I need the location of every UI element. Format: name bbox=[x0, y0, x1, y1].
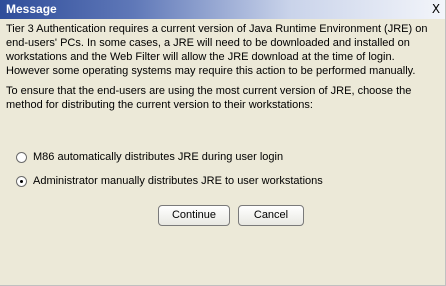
title-bar[interactable]: Message X bbox=[0, 0, 445, 19]
message-dialog: Message X Tier 3 Authentication requires… bbox=[0, 0, 446, 286]
continue-button[interactable]: Continue bbox=[158, 205, 230, 226]
option-automatic[interactable]: M86 automatically distributes JRE during… bbox=[16, 149, 283, 165]
option-manual[interactable]: Administrator manually distributes JRE t… bbox=[16, 173, 323, 189]
message-body: Tier 3 Authentication requires a current… bbox=[6, 22, 442, 112]
message-paragraph-2: To ensure that the end-users are using t… bbox=[6, 85, 412, 111]
message-paragraph-1: Tier 3 Authentication requires a current… bbox=[6, 23, 428, 77]
close-icon[interactable]: X bbox=[429, 0, 443, 18]
option-automatic-label: M86 automatically distributes JRE during… bbox=[33, 151, 284, 163]
radio-automatic[interactable] bbox=[16, 151, 27, 163]
radio-manual[interactable] bbox=[16, 175, 27, 187]
cancel-button[interactable]: Cancel bbox=[238, 205, 304, 226]
dialog-title: Message bbox=[6, 2, 57, 16]
option-manual-label: Administrator manually distributes JRE t… bbox=[33, 175, 323, 187]
